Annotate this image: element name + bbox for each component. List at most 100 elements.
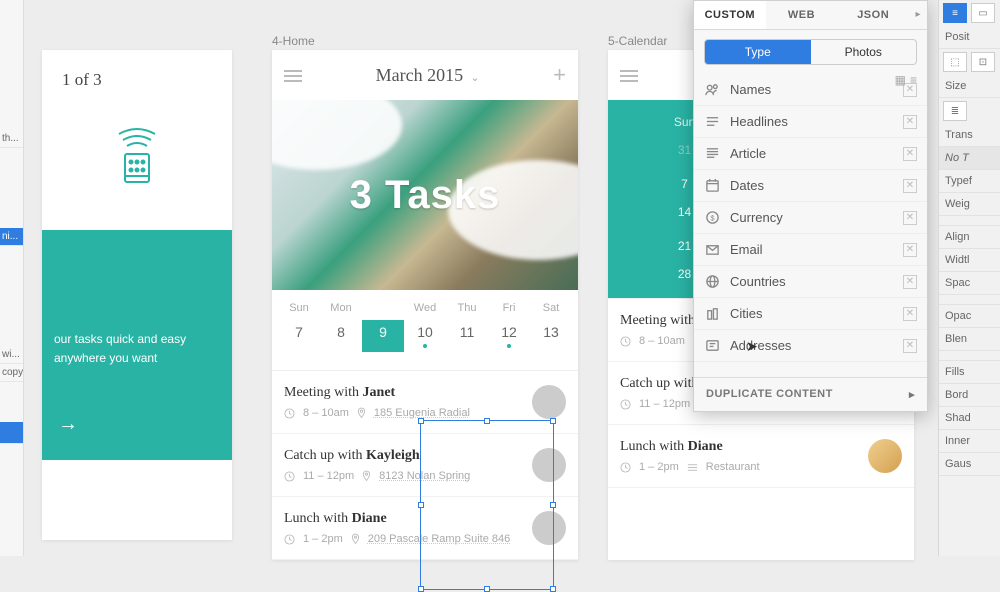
remove-icon[interactable]: ✕: [903, 147, 917, 161]
data-type-label: Dates: [730, 178, 764, 193]
dates-icon: [704, 178, 720, 193]
task-title: Catch up with Kayleigh: [284, 448, 524, 464]
data-type-currency[interactable]: $Currency✕: [694, 202, 927, 234]
inspector-row[interactable]: Opac: [939, 305, 1000, 328]
data-type-dates[interactable]: Dates ✕: [694, 170, 927, 202]
task-item[interactable]: Lunch with Diane 1 – 2pm209 Pascale Ramp…: [272, 497, 578, 560]
avatar: [532, 385, 566, 419]
week-strip[interactable]: Sun 7Mon8Tue9Wed10Thu11Fri12Sat13: [272, 290, 578, 370]
seg-photos[interactable]: Photos: [811, 40, 917, 64]
inspector-panel[interactable]: ≡ ▭ Posit ⬚⊡ Size ≣ Trans No T Typef Wei…: [938, 0, 1000, 556]
inspector-tool[interactable]: ⬚: [943, 52, 967, 72]
data-type-names[interactable]: Names✕: [694, 74, 927, 106]
tab-web[interactable]: WEB: [766, 1, 838, 29]
remove-icon[interactable]: ✕: [903, 339, 917, 353]
segmented-control[interactable]: Type Photos: [704, 39, 917, 65]
layer-item-selected[interactable]: [0, 422, 23, 444]
layer-item[interactable]: th...: [0, 130, 23, 148]
inspector-row[interactable]: Trans: [939, 124, 1000, 147]
artboard-label[interactable]: 5-Calendar: [608, 34, 667, 48]
menu-icon[interactable]: [284, 68, 302, 83]
inspector-row[interactable]: Fills: [939, 361, 1000, 384]
avatar: [868, 439, 902, 473]
remove-icon[interactable]: ✕: [903, 211, 917, 225]
data-type-email[interactable]: Email✕: [694, 234, 927, 266]
remove-icon[interactable]: ✕: [903, 115, 917, 129]
inspector-row[interactable]: Posit: [939, 26, 1000, 49]
duplicate-content[interactable]: DUPLICATE CONTENT ▸: [694, 377, 927, 411]
month-selector[interactable]: March 2015 ⌄: [302, 65, 553, 86]
inspector-row[interactable]: Gaus: [939, 453, 1000, 476]
day-column[interactable]: Mon8: [320, 302, 362, 352]
remove-icon[interactable]: ✕: [903, 243, 917, 257]
remove-icon[interactable]: ✕: [903, 275, 917, 289]
task-item[interactable]: Catch up with Kayleigh 11 – 12pm8123 Nol…: [272, 434, 578, 497]
inspector-row[interactable]: Spac: [939, 272, 1000, 295]
countries-icon: [704, 274, 720, 289]
inspector-tool[interactable]: ▭: [971, 3, 995, 23]
inspector-row[interactable]: Weig: [939, 193, 1000, 216]
artboard-home[interactable]: March 2015 ⌄ + 3 Tasks Sun7Mon8Tue9Wed10…: [272, 50, 578, 560]
day-column[interactable]: Tue9: [362, 302, 404, 352]
inspector-row[interactable]: Align: [939, 226, 1000, 249]
data-type-label: Headlines: [730, 114, 788, 129]
next-arrow-icon[interactable]: →: [58, 408, 78, 440]
task-title: Meeting with Janet: [284, 385, 524, 401]
data-type-countries[interactable]: Countries ✕: [694, 266, 927, 298]
day-column[interactable]: Sun 7: [278, 302, 320, 352]
grid-view-icon[interactable]: ▦: [895, 73, 906, 87]
task-item[interactable]: Meeting with Janet 8 – 10am185 Eugenia R…: [272, 371, 578, 434]
task-title: Lunch with Diane: [284, 511, 524, 527]
day-column[interactable]: Sat13: [530, 302, 572, 352]
inspector-row[interactable]: Shad: [939, 407, 1000, 430]
layer-item[interactable]: copy: [0, 364, 23, 382]
data-type-label: Countries: [730, 274, 786, 289]
data-type-label: Article: [730, 146, 766, 161]
list-view-icon[interactable]: ≡: [910, 73, 917, 87]
remove-icon[interactable]: ✕: [903, 179, 917, 193]
inspector-row[interactable]: Widtl: [939, 249, 1000, 272]
inspector-tool[interactable]: ≣: [943, 101, 967, 121]
tab-custom[interactable]: CUSTOM: [694, 1, 766, 29]
day-number: 10: [404, 320, 446, 352]
day-number: 12: [488, 320, 530, 352]
tab-json[interactable]: JSON: [837, 1, 909, 29]
data-type-cities[interactable]: Cities✕: [694, 298, 927, 330]
layers-panel[interactable]: th... ni... wi... copy: [0, 0, 24, 556]
artboard-onboarding[interactable]: 1 of 3 our tasks quick and easy anywhere…: [42, 50, 232, 540]
task-item[interactable]: Lunch with Diane 1 – 2pmRestaurant: [608, 425, 914, 488]
day-column[interactable]: Wed10: [404, 302, 446, 352]
inspector-tool-align[interactable]: ≡: [943, 3, 967, 23]
inspector-row[interactable]: Inner: [939, 430, 1000, 453]
inspector-row[interactable]: Blen: [939, 328, 1000, 351]
day-column[interactable]: Fri12: [488, 302, 530, 352]
seg-type[interactable]: Type: [705, 40, 811, 64]
day-column[interactable]: Thu11: [446, 302, 488, 352]
add-icon[interactable]: +: [553, 62, 566, 88]
inspector-row[interactable]: Size: [939, 75, 1000, 98]
more-icon[interactable]: ▸: [909, 1, 927, 29]
day-name: Mon: [320, 302, 362, 314]
data-type-panel[interactable]: CUSTOM WEB JSON ▸ Type Photos ▦ ≡ Names✕…: [693, 0, 928, 412]
avatar: [532, 448, 566, 482]
remove-icon[interactable]: ✕: [903, 307, 917, 321]
artboard-label[interactable]: 4-Home: [272, 34, 315, 48]
day-name: Sat: [530, 302, 572, 314]
layer-item[interactable]: wi...: [0, 346, 23, 364]
day-number: 7: [278, 320, 320, 344]
inspector-row[interactable]: Bord: [939, 384, 1000, 407]
data-type-list: Names✕Headlines✕Article✕Dates✕$Currency✕…: [694, 74, 927, 377]
menu-icon[interactable]: [620, 68, 638, 83]
onboarding-line2: anywhere you want: [54, 349, 220, 368]
data-type-article[interactable]: Article ✕: [694, 138, 927, 170]
layer-item-selected[interactable]: ni...: [0, 228, 23, 246]
addresses-icon: [704, 338, 720, 353]
email-icon: [704, 242, 720, 257]
inspector-row[interactable]: Typef: [939, 170, 1000, 193]
data-type-addresses[interactable]: Addresses✕: [694, 330, 927, 362]
data-type-headlines[interactable]: Headlines ✕: [694, 106, 927, 138]
data-type-label: Names: [730, 82, 771, 97]
inspector-tool[interactable]: ⊡: [971, 52, 995, 72]
day-name: Sun: [278, 302, 320, 314]
onboarding-text-block: our tasks quick and easy anywhere you wa…: [42, 230, 232, 460]
